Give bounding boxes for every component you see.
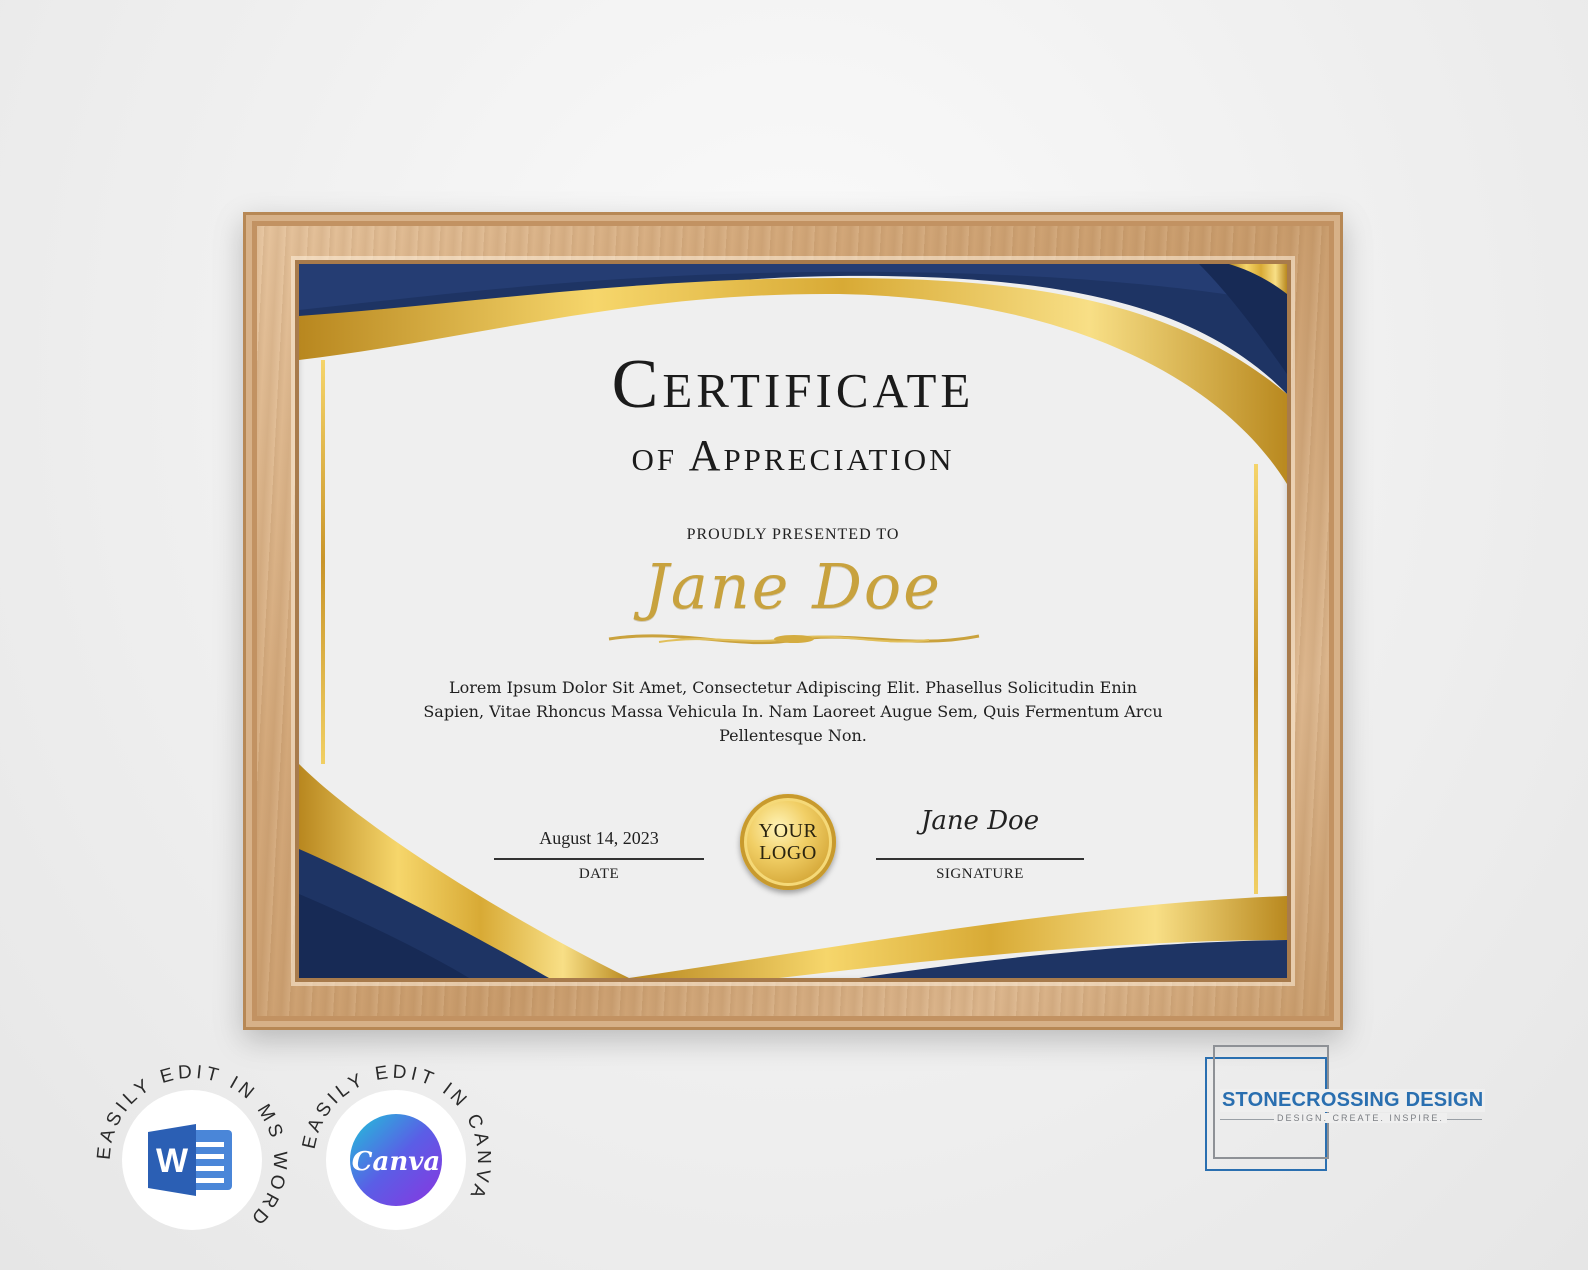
brand-name: STONECROSSING DESIGN: [1220, 1089, 1486, 1112]
date-line: [494, 858, 704, 860]
seal-icon: YOUR LOGO: [740, 794, 836, 890]
seal-text-line1: YOUR: [758, 820, 818, 842]
certificate-paper: Certificate of Appreciation PROUDLY PRES…: [299, 264, 1287, 978]
canva-icon: Canva: [350, 1114, 442, 1206]
word-icon-letter: W: [156, 1142, 189, 1180]
certificate-title: Certificate: [611, 346, 975, 423]
canva-badge: EASILY EDIT IN CANVA Canva: [296, 1060, 496, 1260]
signature-value: Jane Doe: [920, 806, 1040, 836]
product-mockup: Certificate of Appreciation PROUDLY PRES…: [0, 0, 1588, 1270]
ms-word-badge: EASILY EDIT IN MS WORD W: [92, 1060, 292, 1260]
date-label: DATE: [578, 866, 620, 882]
wooden-frame: Certificate of Appreciation PROUDLY PRES…: [243, 212, 1343, 1030]
certificate-subtitle: of Appreciation: [631, 431, 955, 480]
brand-logo: STONECROSSING DESIGN DESIGN. CREATE. INS…: [1200, 1043, 1500, 1173]
signature-label: SIGNATURE: [936, 866, 1024, 882]
canva-icon-word: Canva: [352, 1147, 440, 1177]
gold-flourish-divider: [608, 634, 980, 645]
signature-line: [876, 858, 1084, 860]
brand-tagline: DESIGN. CREATE. INSPIRE.: [1274, 1113, 1447, 1123]
date-value: August 14, 2023: [539, 828, 659, 848]
presented-to-label: PROUDLY PRESENTED TO: [686, 526, 900, 543]
seal-text-line2: LOGO: [759, 842, 817, 864]
word-icon: W: [148, 1124, 232, 1196]
certificate-body-text: Lorem Ipsum Dolor Sit Amet, Consectetur …: [423, 678, 1163, 745]
recipient-name: Jane Doe: [644, 550, 942, 623]
